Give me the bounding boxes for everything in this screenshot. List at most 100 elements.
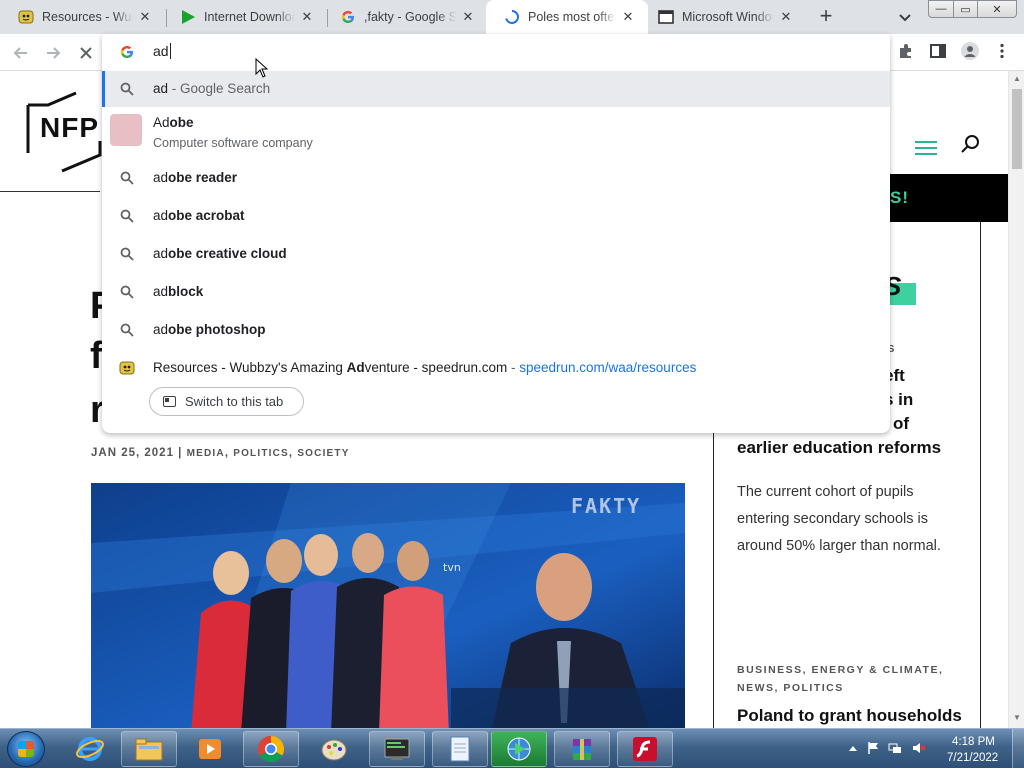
search-icon bbox=[119, 81, 135, 97]
article-hero-image: FAKTY tvn bbox=[91, 483, 685, 728]
suggestion-adblock[interactable]: adblock bbox=[102, 273, 890, 311]
side-panel-button[interactable] bbox=[929, 42, 947, 60]
forward-button[interactable] bbox=[42, 42, 64, 64]
show-hidden-icons-chevron-icon[interactable] bbox=[846, 741, 860, 755]
article-meta: JAN 25, 2021 | MEDIA, POLITICS, SOCIETY bbox=[91, 447, 350, 459]
suggestion-typed: ad bbox=[153, 322, 169, 337]
tab-resources-wubbzy[interactable]: Resources - Wubbzy ✕ bbox=[0, 0, 165, 34]
site-logo[interactable]: NFP bbox=[40, 112, 99, 144]
menu-button[interactable] bbox=[993, 42, 1011, 60]
scroll-up-arrow-icon[interactable]: ▲ bbox=[1012, 74, 1022, 84]
sidebar-description: The current cohort of pupils entering se… bbox=[737, 484, 941, 554]
fakty-watermark: FAKTY bbox=[571, 494, 641, 518]
tab-fakty-google-search[interactable]: ,fakty - Google Se ✕ bbox=[322, 0, 488, 34]
taskbar-media-player[interactable] bbox=[182, 731, 238, 767]
tab-strip: Resources - Wubbzy ✕ Internet Download ✕… bbox=[0, 0, 1024, 34]
start-button[interactable] bbox=[7, 731, 45, 767]
tab-internet-download[interactable]: Internet Download ✕ bbox=[162, 0, 327, 34]
taskbar-terminal[interactable] bbox=[369, 731, 425, 767]
tab-poles-most-often[interactable]: Poles most often ✕ bbox=[486, 0, 648, 34]
category-link-society[interactable]: SOCIETY bbox=[297, 448, 349, 459]
winrar-icon bbox=[573, 739, 591, 760]
microsoft-window-icon bbox=[658, 9, 674, 25]
suggestion-suffix: - Google Search bbox=[168, 81, 271, 96]
clock-date[interactable]: 7/21/2022 bbox=[947, 752, 998, 764]
suggestion-typed: ad bbox=[153, 284, 169, 299]
tab-search-button[interactable] bbox=[896, 8, 914, 26]
page-scrollbar[interactable]: ▲ ▼ bbox=[1008, 71, 1024, 728]
suggestion-completion: obe bbox=[169, 115, 194, 130]
taskbar-chrome[interactable] bbox=[243, 731, 299, 767]
close-tab-icon[interactable]: ✕ bbox=[620, 9, 636, 25]
extensions-button[interactable] bbox=[897, 42, 915, 60]
suggestion-adobe-creative-cloud[interactable]: adobe creative cloud bbox=[102, 235, 890, 273]
omnibox-dropdown: ad ad - Google Search Adobe Computer sof… bbox=[102, 34, 890, 433]
taskbar-explorer[interactable] bbox=[121, 731, 177, 767]
category-link-politics[interactable]: POLITICS bbox=[233, 448, 289, 459]
kebab-menu-icon bbox=[1000, 43, 1004, 59]
article-title-fragment: f bbox=[90, 335, 103, 377]
explorer-folder-icon bbox=[135, 738, 163, 761]
close-tab-icon[interactable]: ✕ bbox=[137, 9, 153, 25]
close-tab-icon[interactable]: ✕ bbox=[460, 9, 476, 25]
close-tab-icon[interactable]: ✕ bbox=[299, 9, 315, 25]
chevron-down-icon bbox=[899, 14, 911, 22]
suggestion-adobe-acrobat[interactable]: adobe acrobat bbox=[102, 197, 890, 235]
sidebar-kicker[interactable]: NEWS, POLITICS bbox=[737, 682, 844, 694]
suggestion-completion: block bbox=[168, 284, 204, 299]
close-tab-icon[interactable]: ✕ bbox=[778, 9, 794, 25]
back-button[interactable] bbox=[10, 42, 32, 64]
address-input[interactable]: ad bbox=[153, 43, 171, 59]
restore-button[interactable]: ▭ bbox=[953, 0, 978, 18]
suggestion-adobe-photoshop[interactable]: adobe photoshop bbox=[102, 311, 890, 349]
sidebar-headline[interactable]: earlier education reforms bbox=[737, 436, 941, 460]
tab-title: Microsoft Window bbox=[682, 10, 774, 24]
close-window-button[interactable]: ✕ bbox=[977, 0, 1017, 18]
arrow-right-icon bbox=[47, 47, 61, 59]
show-desktop-button[interactable] bbox=[1012, 729, 1024, 769]
search-icon bbox=[119, 208, 135, 224]
google-g-icon bbox=[119, 44, 135, 60]
scroll-thumb[interactable] bbox=[1012, 89, 1022, 169]
taskbar-notepad[interactable] bbox=[432, 731, 488, 767]
suggestion-open-tab[interactable]: Resources - Wubbzy's Amazing Adventure -… bbox=[102, 349, 890, 387]
new-tab-button[interactable]: + bbox=[814, 5, 838, 28]
clock-time[interactable]: 4:18 PM bbox=[952, 736, 995, 748]
suggestion-typed: ad bbox=[153, 81, 169, 96]
sidebar-headline-fragment[interactable]: of bbox=[893, 412, 909, 436]
network-icon[interactable] bbox=[888, 741, 902, 755]
taskbar-idm[interactable] bbox=[491, 731, 547, 767]
search-icon bbox=[961, 135, 979, 153]
sidebar-headline[interactable]: Poland to grant households bbox=[737, 704, 962, 728]
article-date: JAN 25, 2021 bbox=[91, 447, 174, 459]
loading-spinner-icon bbox=[504, 9, 520, 25]
meta-separator: | bbox=[173, 447, 187, 459]
action-center-flag-icon[interactable] bbox=[866, 741, 880, 755]
category-link-media[interactable]: MEDIA bbox=[187, 448, 225, 459]
suggestion-completion: obe photoshop bbox=[168, 322, 266, 337]
suggestion-adobe-reader[interactable]: adobe reader bbox=[102, 159, 890, 197]
volume-muted-icon[interactable] bbox=[912, 741, 926, 755]
tab-microsoft-windows[interactable]: Microsoft Window ✕ bbox=[640, 0, 806, 34]
switch-to-tab-button[interactable]: Switch to this tab bbox=[149, 387, 304, 416]
scroll-down-arrow-icon[interactable]: ▼ bbox=[1012, 713, 1022, 723]
taskbar-winrar[interactable] bbox=[554, 731, 610, 767]
wubbzy-favicon-icon bbox=[119, 360, 135, 376]
terminal-icon bbox=[384, 738, 410, 760]
minimize-button[interactable]: — bbox=[928, 0, 954, 18]
taskbar-flash[interactable] bbox=[617, 731, 673, 767]
hamburger-menu-icon[interactable] bbox=[915, 141, 937, 157]
switch-tab-icon bbox=[163, 396, 176, 407]
idm-globe-icon bbox=[507, 737, 531, 761]
stop-loading-button[interactable] bbox=[75, 42, 97, 64]
sidebar-kicker[interactable]: BUSINESS, ENERGY & CLIMATE, bbox=[737, 664, 943, 676]
suggestion-entity-adobe[interactable]: Adobe Computer software company bbox=[102, 107, 890, 153]
tab-title: ,fakty - Google Se bbox=[364, 10, 456, 24]
address-bar[interactable]: ad bbox=[102, 34, 890, 70]
taskbar-ie[interactable] bbox=[62, 731, 118, 767]
taskbar-paint[interactable] bbox=[306, 731, 362, 767]
profile-button[interactable] bbox=[961, 42, 979, 60]
site-search-button[interactable] bbox=[960, 133, 982, 155]
suggestion-typed: ad bbox=[153, 208, 169, 223]
suggestion-google-search[interactable]: ad - Google Search bbox=[102, 71, 890, 107]
